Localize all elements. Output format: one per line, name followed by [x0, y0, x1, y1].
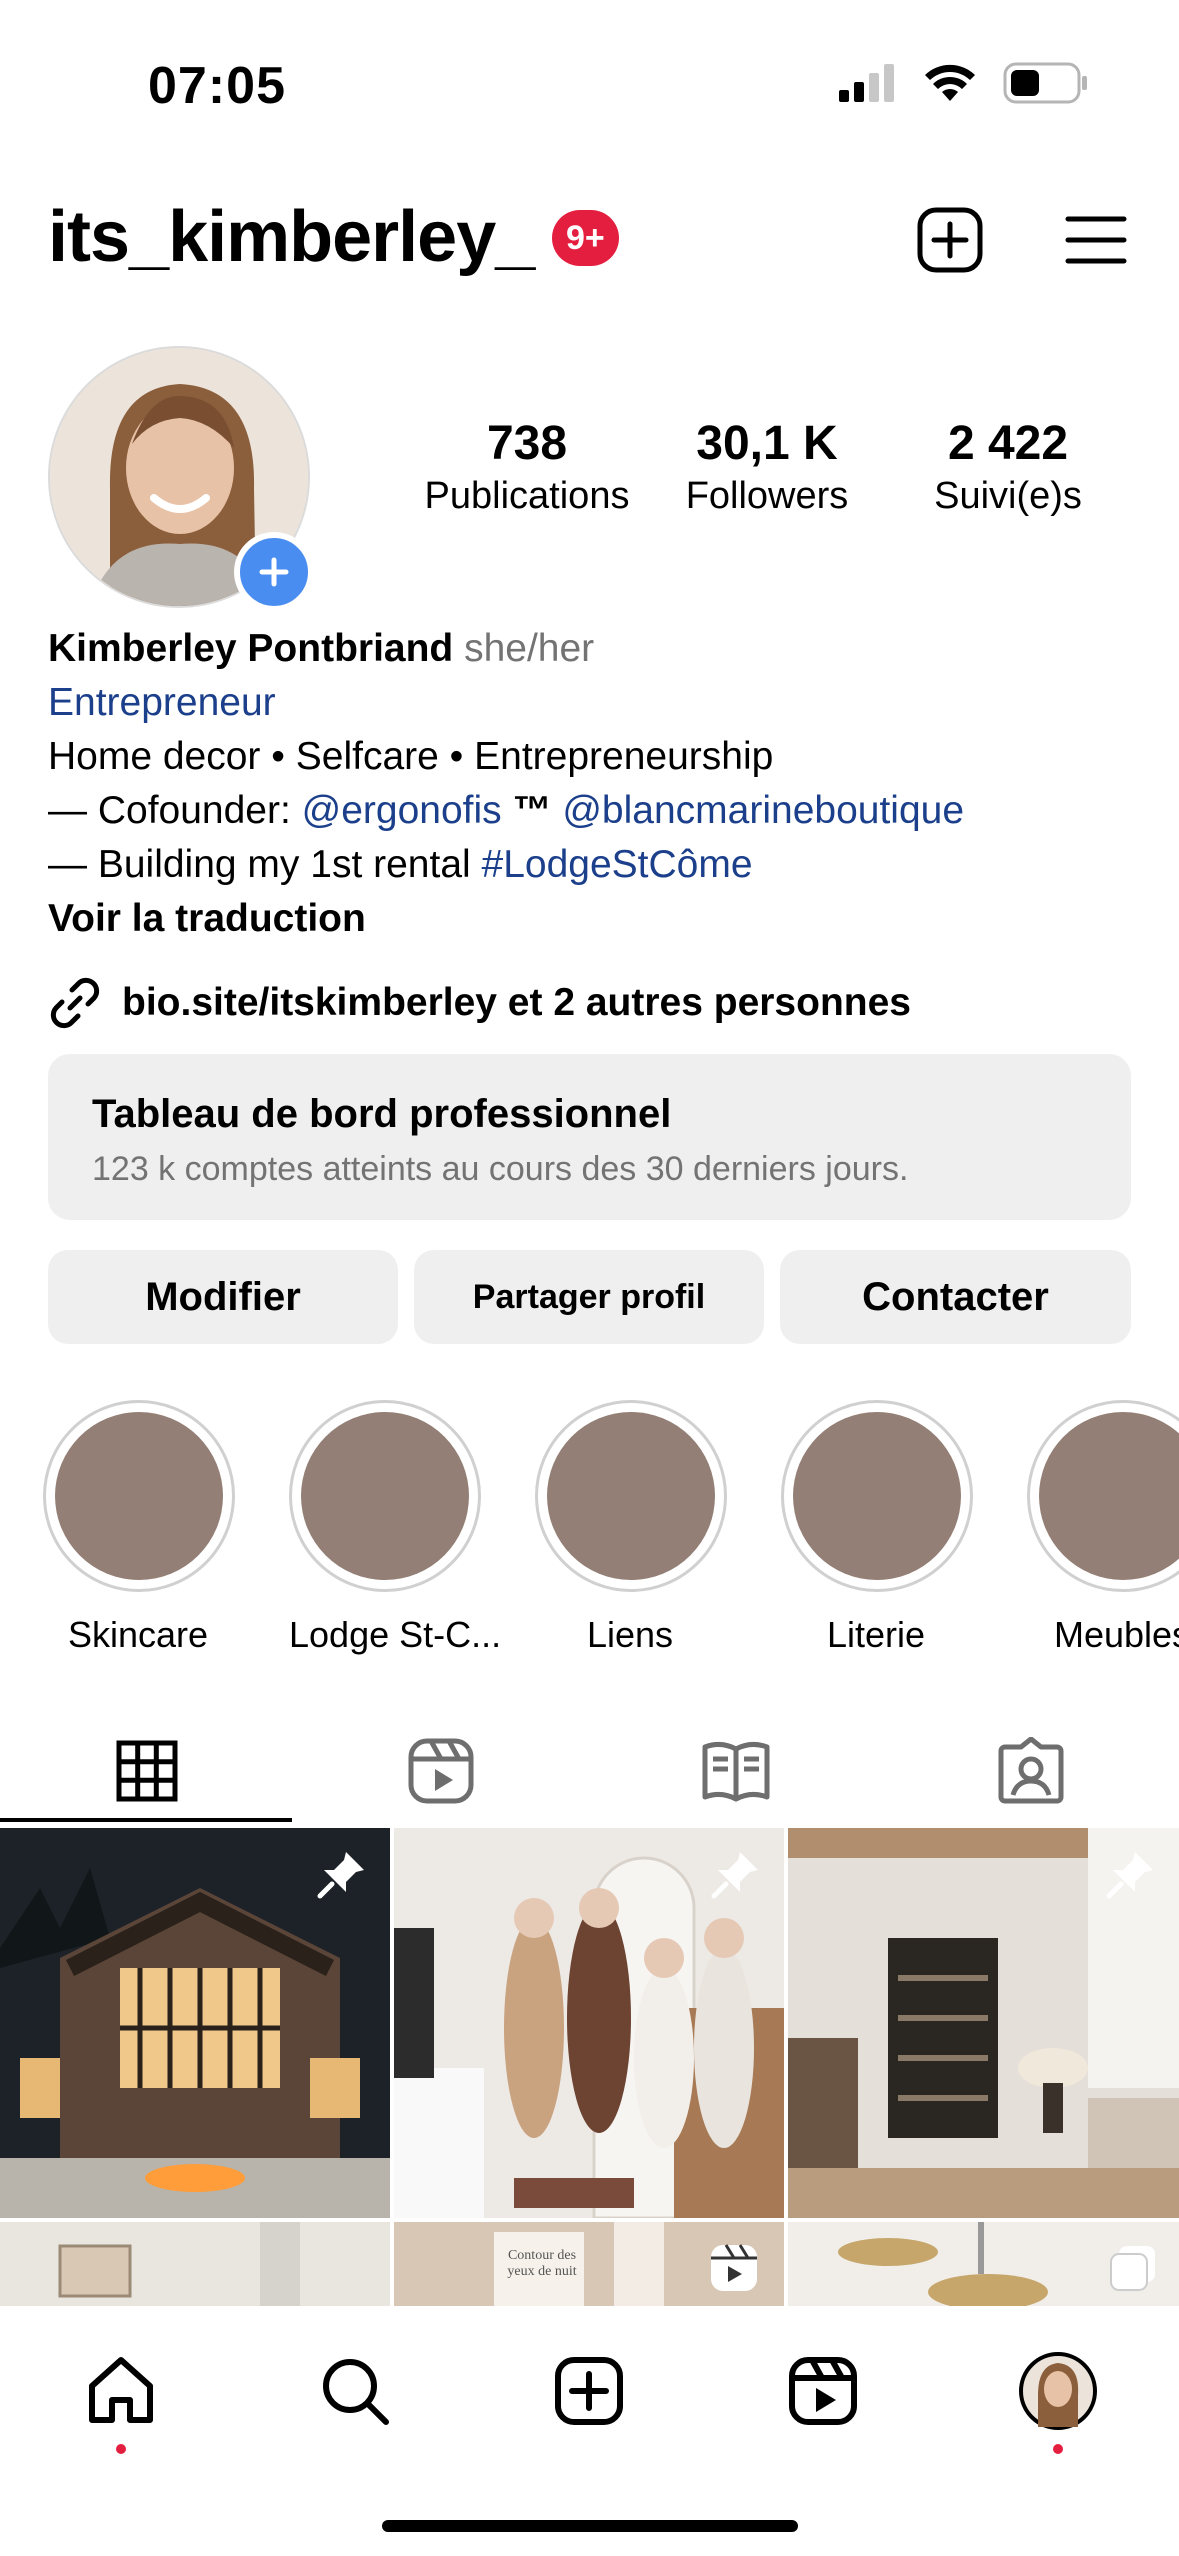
edit-profile-button[interactable]: Modifier — [48, 1250, 398, 1344]
tab-guides[interactable] — [589, 1716, 883, 1826]
create-post-button[interactable] — [914, 204, 986, 276]
contact-button[interactable]: Contacter — [780, 1250, 1131, 1344]
bio-line-1: Home decor • Selfcare • Entrepreneurship — [48, 735, 774, 778]
professional-dashboard[interactable]: Tableau de bord professionnel 123 k comp… — [48, 1054, 1131, 1220]
nav-profile[interactable] — [1013, 2346, 1103, 2436]
post-text-overlay: Contour des yeux de nuit — [507, 2248, 577, 2279]
wifi-icon — [925, 64, 975, 101]
link-icon — [50, 977, 100, 1029]
home-icon — [89, 2357, 153, 2423]
bio-line-3: — Building my 1st rental #LodgeStCôme — [48, 843, 753, 886]
pin-icon — [1106, 1852, 1153, 1899]
nav-reels[interactable] — [778, 2346, 868, 2436]
cellular-signal-icon — [839, 64, 894, 102]
grid-icon — [116, 1740, 178, 1802]
grid-post[interactable] — [788, 1828, 1179, 2218]
stat-value: 2 422 — [947, 417, 1069, 470]
dashboard-subtitle: 123 k comptes atteints au cours des 30 d… — [92, 1150, 909, 1188]
share-profile-button[interactable]: Partager profil — [414, 1250, 764, 1344]
stat-label: Followers — [685, 475, 849, 517]
stat-value: 30,1 K — [696, 417, 838, 470]
highlight-literie[interactable]: Literie — [781, 1400, 973, 1656]
highlight-cover — [547, 1412, 715, 1580]
profile-notification-dot — [1053, 2444, 1063, 2454]
reel-indicator-icon — [711, 2244, 757, 2291]
highlight-meubles[interactable]: Meubles — [1027, 1400, 1179, 1656]
highlight-skincare[interactable]: Skincare — [43, 1400, 235, 1656]
profile-avatar-icon — [1019, 2352, 1097, 2430]
mention-blancmarineboutique[interactable]: @blancmarineboutique — [562, 789, 964, 832]
highlight-label: Liens — [586, 1614, 674, 1655]
carousel-indicator-icon — [1110, 2246, 1155, 2291]
highlight-cover — [793, 1412, 961, 1580]
stat-publications[interactable]: 738 Publications — [412, 416, 642, 518]
tab-tagged[interactable] — [884, 1716, 1178, 1826]
battery-icon — [1003, 62, 1087, 104]
bio-link[interactable]: bio.site/itskimberley et 2 autres person… — [48, 976, 911, 1030]
status-icons — [837, 62, 1089, 104]
highlight-cover — [1039, 1412, 1179, 1580]
highlight-label: Skincare — [67, 1614, 209, 1655]
hashtag-lodgestcome[interactable]: #LodgeStCôme — [482, 843, 753, 886]
reels-icon — [789, 2357, 857, 2425]
nav-create[interactable] — [544, 2346, 634, 2436]
nav-home[interactable] — [76, 2346, 166, 2436]
dashboard-title: Tableau de bord professionnel — [92, 1092, 672, 1136]
pin-icon — [711, 1852, 758, 1899]
highlight-cover — [55, 1412, 223, 1580]
stat-followers[interactable]: 30,1 K Followers — [652, 416, 882, 518]
bio-link-text: bio.site/itskimberley et 2 autres person… — [122, 981, 911, 1024]
bio-line-2: — Cofounder: @ergonofis ™ @blancmarinebo… — [48, 789, 965, 832]
add-square-icon — [917, 207, 983, 273]
highlight-ring — [781, 1400, 973, 1592]
stat-label: Publications — [424, 475, 630, 517]
menu-button[interactable] — [1060, 204, 1132, 276]
display-name: Kimberley Pontbriand — [48, 627, 454, 670]
highlight-label: Lodge St-C... — [289, 1614, 502, 1655]
grid-post[interactable] — [0, 1828, 390, 2218]
highlight-label: Meubles — [1053, 1614, 1179, 1655]
add-story-button[interactable] — [234, 532, 314, 612]
highlight-cover — [301, 1412, 469, 1580]
grid-post[interactable] — [394, 1828, 784, 2218]
hamburger-menu-icon — [1065, 216, 1127, 264]
stat-value: 738 — [486, 417, 568, 470]
plus-icon — [259, 557, 289, 587]
stat-label: Suivi(e)s — [934, 475, 1082, 517]
highlight-liens[interactable]: Liens — [535, 1400, 727, 1656]
pin-icon — [317, 1852, 364, 1899]
reels-icon — [408, 1738, 474, 1804]
nav-search[interactable] — [310, 2346, 400, 2436]
home-notification-dot — [116, 2444, 126, 2454]
highlight-ring — [43, 1400, 235, 1592]
active-tab-indicator — [0, 1818, 292, 1822]
highlight-ring — [1027, 1400, 1179, 1592]
tab-posts[interactable] — [0, 1716, 294, 1826]
stat-following[interactable]: 2 422 Suivi(e)s — [893, 416, 1123, 518]
mention-ergonofis[interactable]: @ergonofis — [302, 789, 502, 832]
see-translation-link[interactable]: Voir la traduction — [48, 892, 964, 946]
highlight-ring — [535, 1400, 727, 1592]
pronouns: she/her — [464, 627, 595, 670]
search-icon — [323, 2359, 389, 2425]
create-icon — [555, 2357, 623, 2425]
profile-bio: Kimberley Pontbriand she/her Entrepreneu… — [48, 622, 964, 946]
tagged-icon — [998, 1737, 1064, 1804]
notification-badge: 9+ — [552, 210, 619, 266]
highlight-label: Literie — [826, 1614, 926, 1655]
category-label: Entrepreneur — [48, 681, 276, 724]
profile-username[interactable]: its_kimberley_ — [48, 196, 535, 278]
home-indicator[interactable] — [382, 2520, 798, 2532]
highlight-ring — [289, 1400, 481, 1592]
guides-icon — [702, 1741, 770, 1802]
status-time: 07:05 — [148, 57, 286, 115]
tab-reels[interactable] — [294, 1716, 588, 1826]
highlight-lodge[interactable]: Lodge St-C... — [289, 1400, 502, 1656]
